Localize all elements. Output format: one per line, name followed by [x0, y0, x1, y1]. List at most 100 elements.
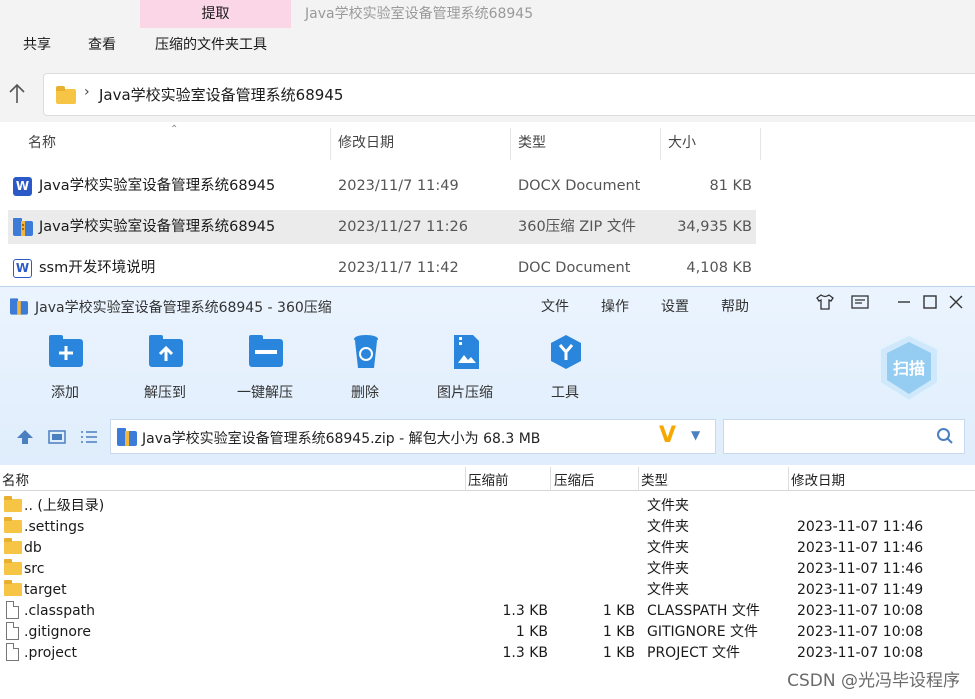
skin-icon[interactable] [815, 293, 835, 311]
search-icon[interactable] [936, 427, 954, 445]
watermark: CSDN @光冯毕设程序 [787, 671, 960, 691]
column-divider[interactable] [550, 467, 551, 491]
feedback-icon[interactable] [850, 293, 870, 311]
maximize-icon[interactable] [922, 293, 938, 311]
toolbar-tools-button[interactable]: 工具 [525, 333, 605, 403]
word-icon: W [13, 177, 32, 196]
up-level-icon[interactable] [16, 429, 34, 445]
toolbar-one-click-extract-button[interactable]: 一键解压 [225, 333, 305, 403]
address-bar[interactable]: › Java学校实验室设备管理系统68945 [43, 73, 975, 116]
file-row[interactable]: W Java学校实验室设备管理系统68945 2023/11/7 11:49 D… [8, 169, 756, 203]
column-size[interactable]: 大小 [668, 128, 696, 158]
toolbar-extract-to-button[interactable]: 解压到 [125, 333, 205, 403]
menu-settings[interactable]: 设置 [661, 296, 689, 316]
zip-row[interactable]: .classpath 1.3 KB 1 KB CLASSPATH 文件 2023… [0, 600, 975, 621]
row-modified: 2023-11-07 10:08 [797, 645, 924, 661]
file-date: 2023/11/27 11:26 [338, 219, 468, 235]
row-name: src [24, 561, 45, 577]
column-divider[interactable] [510, 128, 511, 160]
toolbar-image-compress-button[interactable]: 图片压缩 [425, 333, 505, 403]
zip-row[interactable]: .settings 文件夹 2023-11-07 11:46 [0, 516, 975, 537]
list-view-icon[interactable] [80, 429, 98, 445]
row-name: target [24, 582, 67, 598]
folder-icon [4, 538, 22, 554]
zip-row[interactable]: target 文件夹 2023-11-07 11:49 [0, 579, 975, 600]
chevron-right-icon[interactable]: › [84, 84, 90, 100]
close-icon[interactable] [948, 293, 964, 311]
file-row[interactable]: W ssm开发环境说明 2023/11/7 11:42 DOC Document… [8, 251, 756, 285]
toolbar-label: 一键解压 [237, 385, 293, 401]
row-type: 文件夹 [647, 540, 689, 556]
row-size-after: 1 KB [602, 603, 635, 619]
zip-list-header: 名称 压缩前 压缩后 类型 修改日期 [0, 467, 975, 491]
file-row-selected[interactable]: Java学校实验室设备管理系统68945 2023/11/27 11:26 36… [8, 210, 756, 244]
zip-row[interactable]: .. (上级目录) 文件夹 [0, 495, 975, 516]
toolbar-delete-button[interactable]: 删除 [325, 333, 405, 403]
zip-row[interactable]: db 文件夹 2023-11-07 11:46 [0, 537, 975, 558]
scan-label: 扫描 [892, 359, 925, 378]
column-size-after[interactable]: 压缩后 [554, 469, 595, 489]
column-size-before[interactable]: 压缩前 [468, 469, 509, 489]
zip-search-box[interactable] [723, 419, 965, 454]
scan-button[interactable]: 扫描 [877, 333, 941, 403]
zip-window: Java学校实验室设备管理系统68945 - 360压缩 文件 操作 设置 帮助 [0, 286, 975, 699]
tab-compressed-folder-tools[interactable]: 压缩的文件夹工具 [155, 34, 267, 56]
zip-address-bar[interactable]: Java学校实验室设备管理系统68945.zip - 解包大小为 68.3 MB… [110, 419, 716, 454]
up-arrow-icon[interactable] [6, 82, 28, 106]
file-name: Java学校实验室设备管理系统68945 [39, 219, 276, 235]
row-name: .project [24, 645, 78, 661]
verified-v-icon[interactable]: V [659, 423, 676, 448]
row-type: 文件夹 [647, 582, 689, 598]
column-modified[interactable]: 修改日期 [791, 469, 845, 489]
file-size: 4,108 KB [686, 260, 752, 276]
column-divider[interactable] [638, 467, 639, 491]
context-tab-extract[interactable]: 提取 [140, 0, 291, 28]
row-modified: 2023-11-07 11:46 [797, 519, 924, 535]
dropdown-arrow-icon[interactable]: ▼ [691, 428, 700, 442]
explorer-titlebar: 提取 Java学校实验室设备管理系统68945 [0, 0, 975, 28]
toolbar-label: 添加 [51, 385, 79, 401]
menu-operation[interactable]: 操作 [601, 296, 629, 316]
minimize-icon[interactable] [896, 293, 912, 311]
column-divider[interactable] [760, 128, 761, 160]
row-size-after: 1 KB [602, 645, 635, 661]
zip-row[interactable]: .gitignore 1 KB 1 KB GITIGNORE 文件 2023-1… [0, 621, 975, 642]
column-type[interactable]: 类型 [641, 469, 668, 489]
column-divider[interactable] [788, 467, 789, 491]
folder-icon [4, 517, 22, 533]
folder-icon [56, 86, 76, 104]
column-divider[interactable] [330, 128, 331, 160]
window-title: Java学校实验室设备管理系统68945 [305, 6, 534, 22]
tools-icon [551, 335, 581, 369]
row-type: 文件夹 [647, 519, 689, 535]
tab-view[interactable]: 查看 [88, 34, 116, 56]
file-name: ssm开发环境说明 [39, 260, 156, 276]
thumbnail-view-icon[interactable] [48, 429, 66, 445]
row-modified: 2023-11-07 11:46 [797, 540, 924, 556]
menu-file[interactable]: 文件 [541, 296, 569, 316]
folder-icon [4, 580, 22, 596]
file-icon [6, 643, 19, 661]
toolbar-label: 解压到 [144, 385, 186, 401]
column-divider[interactable] [660, 128, 661, 160]
column-modified[interactable]: 修改日期 [338, 128, 394, 158]
column-divider[interactable] [465, 467, 466, 491]
screen: 提取 Java学校实验室设备管理系统68945 共享 查看 压缩的文件夹工具 ›… [0, 0, 975, 699]
column-type[interactable]: 类型 [518, 128, 546, 158]
column-name[interactable]: 名称 [28, 128, 56, 158]
menu-help[interactable]: 帮助 [721, 296, 749, 316]
zip-row[interactable]: src 文件夹 2023-11-07 11:46 [0, 558, 975, 579]
row-name: .classpath [24, 603, 96, 619]
row-type: 文件夹 [647, 561, 689, 577]
file-type: DOC Document [518, 260, 631, 276]
zip-row[interactable]: .project 1.3 KB 1 KB PROJECT 文件 2023-11-… [0, 642, 975, 663]
file-icon [6, 601, 19, 619]
ribbon-tabs: 共享 查看 压缩的文件夹工具 [0, 28, 975, 64]
sort-ascending-icon: ⌃ [170, 124, 179, 135]
tab-share[interactable]: 共享 [23, 34, 51, 56]
column-name[interactable]: 名称 [2, 469, 29, 489]
add-icon [49, 335, 83, 367]
app-icon [10, 298, 28, 315]
toolbar-add-button[interactable]: 添加 [25, 333, 105, 403]
row-modified: 2023-11-07 10:08 [797, 603, 924, 619]
